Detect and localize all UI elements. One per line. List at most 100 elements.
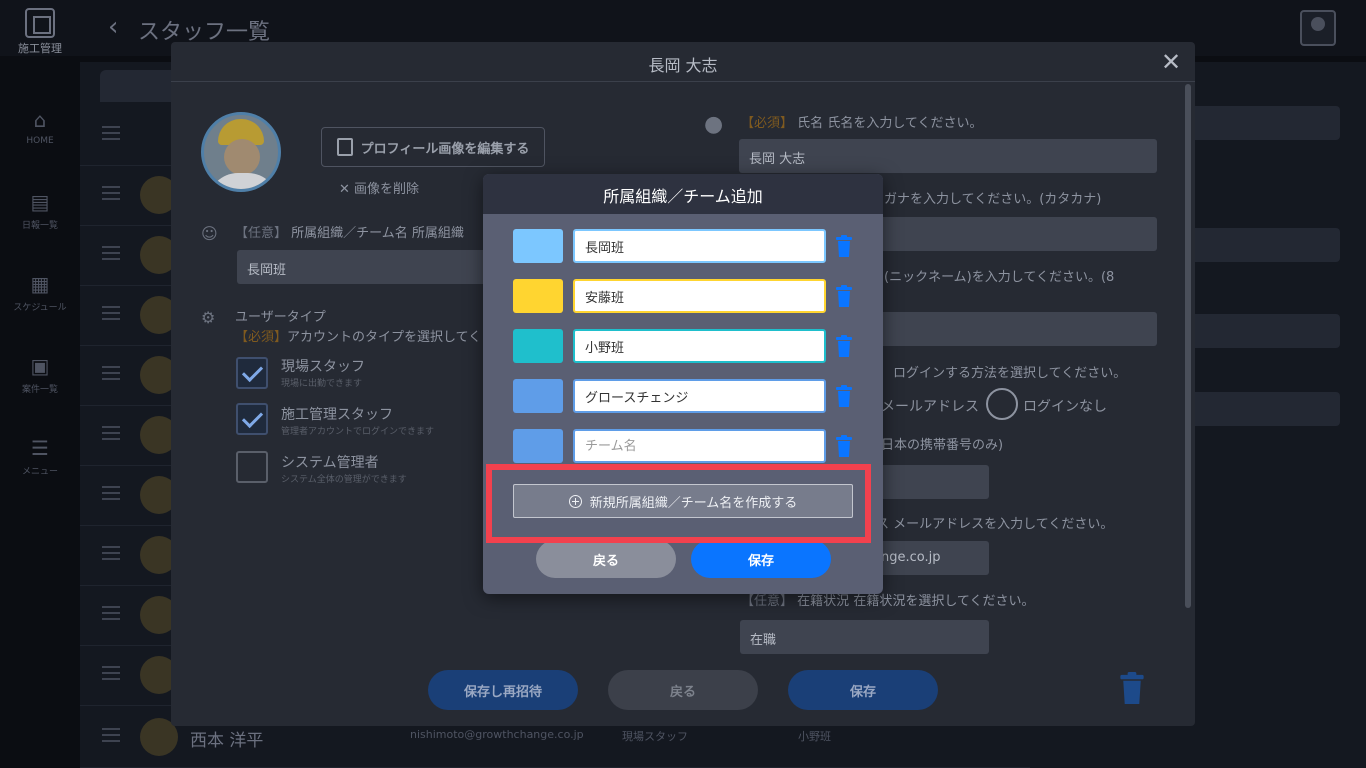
row-menu-icon[interactable] [102, 546, 120, 560]
nav-item-projects[interactable]: ▣ 案件一覧 [0, 354, 80, 395]
row-menu-icon[interactable] [102, 366, 120, 380]
user-type-hint: 【必須】アカウントのタイプを選択してく [235, 330, 482, 345]
home-icon: ⌂ [33, 108, 47, 132]
trash-icon[interactable] [1119, 672, 1145, 704]
new-team-name-input[interactable] [573, 429, 826, 463]
nav-item-reports[interactable]: ▤ 日報一覧 [0, 190, 80, 231]
trash-icon[interactable] [836, 385, 852, 407]
checkbox-label: 施工管理スタッフ [281, 407, 393, 423]
filter-field[interactable] [1180, 228, 1340, 262]
close-icon[interactable]: ✕ [1161, 48, 1181, 76]
staff-modal-header: 長岡 大志 ✕ [171, 42, 1195, 82]
team-field-label: 【任意】 所属組織／チーム名 所属組織 [235, 226, 464, 241]
team-row [483, 279, 883, 315]
radio-login-none[interactable] [986, 388, 1018, 420]
row-menu-icon[interactable] [102, 126, 120, 140]
save-reinvite-button[interactable]: 保存し再招待 [428, 670, 578, 710]
back-chevron-icon[interactable]: ‹ [108, 12, 118, 42]
row-menu-icon[interactable] [102, 606, 120, 620]
name-field-label: 【必須】 氏名 氏名を入力してください。 [741, 116, 983, 131]
face-shape [224, 139, 260, 175]
trash-icon[interactable] [836, 285, 852, 307]
calendar-icon: ▦ [30, 272, 50, 296]
row-menu-icon[interactable] [102, 426, 120, 440]
row-menu-icon[interactable] [102, 728, 120, 742]
dialog-back-button[interactable]: 戻る [536, 540, 676, 578]
briefcase-icon: ▣ [30, 354, 50, 378]
name-input[interactable]: 長岡 大志 [739, 139, 1157, 173]
delete-image-button[interactable]: ✕ 画像を削除 [339, 178, 419, 197]
checkbox-sublabel: システム全体の管理ができます [281, 475, 407, 485]
color-swatch[interactable] [513, 279, 563, 313]
logo-icon [25, 8, 55, 38]
nickname-hint: 名(ニックネーム)を入力してください。(8 [871, 270, 1115, 285]
team-select[interactable]: 長岡班 [237, 250, 487, 284]
logo-text: 施工管理 [18, 42, 62, 55]
team-name-input[interactable] [573, 379, 826, 413]
nav-item-menu[interactable]: ☰ メニュー [0, 436, 80, 477]
row-team: 小野班 [798, 730, 831, 743]
team-name-input[interactable] [573, 229, 826, 263]
filter-field[interactable] [1180, 106, 1340, 140]
phone-hint: 日本の携帯番号のみ) [881, 438, 1004, 453]
app-logo[interactable]: 施工管理 [16, 8, 64, 56]
dialog-save-button[interactable]: 保存 [691, 540, 831, 578]
furigana-input[interactable] [871, 217, 1157, 251]
back-button[interactable]: 戻る [608, 670, 758, 710]
row-type: 現場スタッフ [622, 730, 688, 743]
checkbox-management-staff[interactable] [236, 403, 268, 435]
filter-field[interactable] [1180, 392, 1340, 426]
checkbox-field-staff[interactable] [236, 357, 268, 389]
team-dialog-header: 所属組織／チーム追加 [483, 174, 883, 214]
checkbox-label: システム管理者 [281, 455, 379, 471]
tab-active-staff[interactable] [100, 70, 180, 102]
filter-field[interactable] [1180, 314, 1340, 348]
row-menu-icon[interactable] [102, 486, 120, 500]
scrollbar[interactable] [1185, 84, 1191, 608]
user-type-title: ユーザータイプ [235, 310, 326, 325]
row-name: 西本 洋平 [190, 731, 264, 751]
team-name-input[interactable] [573, 329, 826, 363]
highlight-annotation [486, 464, 871, 543]
edit-profile-image-button[interactable]: プロフィール画像を編集する [321, 127, 545, 167]
nav-item-schedule[interactable]: ▦ スケジュール [0, 272, 80, 313]
profile-photo [201, 112, 281, 192]
trash-icon[interactable] [836, 435, 852, 457]
login-method-hint: ログインする方法を選択してください。 [893, 366, 1127, 381]
row-menu-icon[interactable] [102, 306, 120, 320]
image-icon [336, 138, 353, 156]
row-menu-icon[interactable] [102, 246, 120, 260]
email-hint: ス メールアドレスを入力してください。 [876, 517, 1114, 532]
status-select[interactable]: 在職 [740, 620, 989, 654]
row-menu-icon[interactable] [102, 186, 120, 200]
checkbox-system-admin[interactable] [236, 451, 268, 483]
user-gear-icon: ⚙ [201, 308, 216, 327]
team-row-new [483, 429, 883, 465]
furigana-hint: リガナを入力してください。(カタカナ) [871, 192, 1102, 207]
trash-icon[interactable] [836, 335, 852, 357]
save-button[interactable]: 保存 [788, 670, 938, 710]
edit-profile-image-label: プロフィール画像を編集する [360, 141, 530, 157]
team-row [483, 229, 883, 265]
trash-icon[interactable] [836, 235, 852, 257]
user-avatar[interactable] [1300, 10, 1336, 46]
side-nav: ⌂ HOME ▤ 日報一覧 ▦ スケジュール ▣ 案件一覧 ☰ メニュー [0, 56, 80, 768]
nickname-input[interactable] [871, 312, 1157, 346]
close-icon: ✕ [339, 182, 350, 197]
color-swatch[interactable] [513, 329, 563, 363]
people-icon: ☺ [201, 224, 218, 243]
nav-item-home[interactable]: ⌂ HOME [0, 108, 80, 146]
team-name-input[interactable] [573, 279, 826, 313]
color-swatch[interactable] [513, 229, 563, 263]
row-menu-icon[interactable] [102, 666, 120, 680]
phone-input[interactable] [871, 465, 989, 499]
email-input[interactable]: nge.co.jp [871, 541, 989, 575]
login-option-email-label: メールアドレス [881, 399, 979, 415]
shirt-shape [208, 173, 278, 189]
team-row [483, 379, 883, 415]
color-swatch[interactable] [513, 429, 563, 463]
checkbox-sublabel: 現場に出勤できます [281, 379, 363, 389]
login-option-none-label: ログインなし [1023, 399, 1107, 415]
menu-icon: ☰ [31, 436, 49, 460]
color-swatch[interactable] [513, 379, 563, 413]
